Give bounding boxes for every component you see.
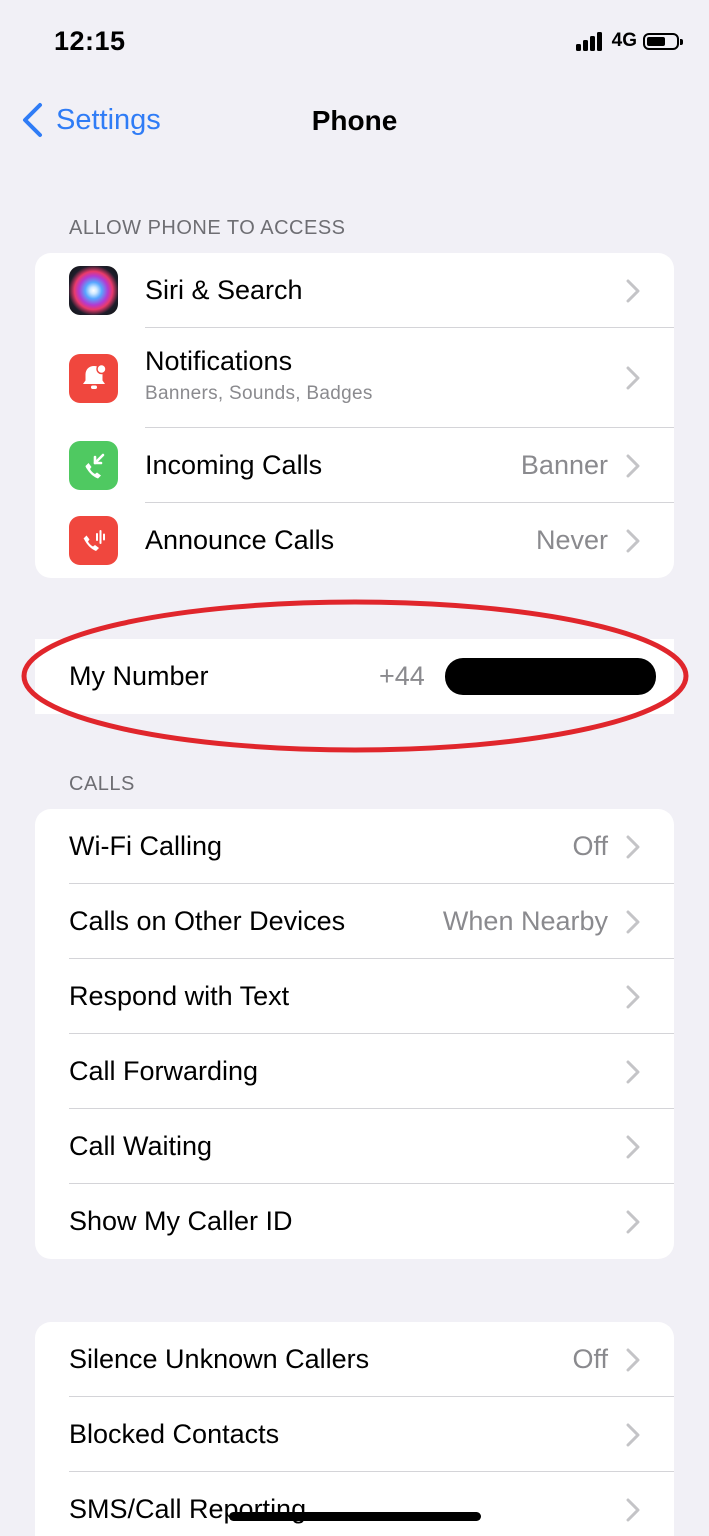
chevron-right-icon <box>626 985 640 1008</box>
home-indicator[interactable] <box>229 1512 481 1521</box>
wifi-calling-label: Wi-Fi Calling <box>69 831 223 861</box>
call-forwarding-label: Call Forwarding <box>69 1056 259 1086</box>
bell-icon <box>69 353 118 403</box>
redaction-bar <box>445 658 656 695</box>
my-number-row[interactable]: My Number +44 <box>35 639 674 714</box>
chevron-right-icon <box>626 1060 640 1083</box>
announce-call-icon <box>69 516 118 565</box>
incoming-calls-value: Banner <box>520 450 608 480</box>
chevron-right-icon <box>626 1423 640 1446</box>
incoming-calls-label: Incoming Calls <box>145 450 323 480</box>
chevron-right-icon <box>626 366 640 390</box>
chevron-right-icon <box>626 279 640 302</box>
network-type: 4G <box>611 30 637 51</box>
show-caller-id-row[interactable]: Show My Caller ID <box>35 1184 674 1259</box>
my-number-value: +44 <box>379 661 425 691</box>
chevron-right-icon <box>626 454 640 477</box>
sms-call-reporting-row[interactable]: SMS/Call Reporting <box>35 1472 674 1536</box>
page-title: Phone <box>311 105 398 136</box>
blocked-contacts-label: Blocked Contacts <box>69 1419 280 1449</box>
announce-calls-label: Announce Calls <box>145 525 335 555</box>
show-caller-id-label: Show My Caller ID <box>69 1206 293 1236</box>
battery-icon <box>643 32 683 50</box>
wifi-calling-value: Off <box>572 831 608 861</box>
chevron-right-icon <box>626 529 640 552</box>
status-bar: 12:15 4G <box>0 0 709 90</box>
chevron-right-icon <box>626 1135 640 1158</box>
calls-other-devices-label: Calls on Other Devices <box>69 906 346 936</box>
respond-with-text-row[interactable]: Respond with Text <box>35 959 674 1034</box>
call-forwarding-row[interactable]: Call Forwarding <box>35 1034 674 1109</box>
chevron-right-icon <box>626 1498 640 1521</box>
respond-with-text-label: Respond with Text <box>69 981 290 1011</box>
chevron-right-icon <box>626 1210 640 1233</box>
section-header-calls: CALLS <box>69 773 135 795</box>
announce-calls-value: Never <box>535 525 608 555</box>
silence-unknown-callers-label: Silence Unknown Callers <box>69 1344 370 1374</box>
notifications-label: Notifications <box>145 346 293 376</box>
call-waiting-row[interactable]: Call Waiting <box>35 1109 674 1184</box>
siri-search-row[interactable]: Siri & Search <box>35 253 674 328</box>
siri-icon <box>69 266 118 315</box>
nav-bar: Settings Phone <box>0 90 709 150</box>
siri-search-label: Siri & Search <box>145 275 303 305</box>
chevron-right-icon <box>626 910 640 933</box>
calls-other-devices-row[interactable]: Calls on Other Devices When Nearby <box>35 884 674 959</box>
notifications-row[interactable]: Notifications Banners, Sounds, Badges <box>35 328 674 428</box>
allow-access-group: Siri & Search Notifications Banners, Sou… <box>35 253 674 578</box>
chevron-right-icon <box>626 835 640 858</box>
silence-unknown-callers-value: Off <box>572 1344 608 1374</box>
blocked-contacts-row[interactable]: Blocked Contacts <box>35 1397 674 1472</box>
calls-group: Wi-Fi Calling Off Calls on Other Devices… <box>35 809 674 1259</box>
incoming-calls-row[interactable]: Incoming Calls Banner <box>35 428 674 503</box>
silence-unknown-callers-row[interactable]: Silence Unknown Callers Off <box>35 1322 674 1397</box>
blocking-group: Silence Unknown Callers Off Blocked Cont… <box>35 1322 674 1536</box>
chevron-right-icon <box>626 1348 640 1371</box>
status-time: 12:15 <box>54 26 126 56</box>
status-indicators: 4G <box>575 30 683 52</box>
signal-strength-icon <box>575 31 604 51</box>
wifi-calling-row[interactable]: Wi-Fi Calling Off <box>35 809 674 884</box>
call-waiting-label: Call Waiting <box>69 1131 213 1161</box>
my-number-label: My Number <box>69 661 209 691</box>
incoming-call-icon <box>69 441 118 490</box>
notifications-subtitle: Banners, Sounds, Badges <box>145 383 373 404</box>
calls-other-devices-value: When Nearby <box>442 906 608 936</box>
section-header-allow-access: ALLOW PHONE TO ACCESS <box>69 217 346 239</box>
announce-calls-row[interactable]: Announce Calls Never <box>35 503 674 578</box>
